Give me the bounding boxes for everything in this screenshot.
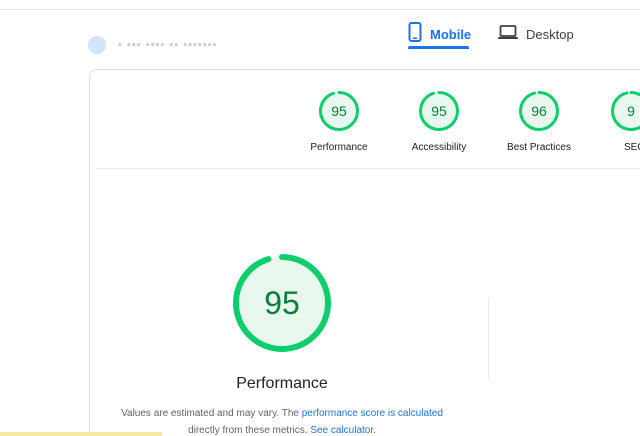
desc-text: directly from these metrics. [188,425,311,436]
site-favicon-icon [88,36,106,54]
gauge-score: 96 [531,103,547,119]
gauge-score: 95 [331,103,347,119]
page-url: ▪ ▪▪▪ ▪▪▪▪ ▪▪ ▪▪▪▪▪▪▪ [118,39,218,51]
gauge-performance[interactable]: 95 Performance [289,90,389,153]
gauge-label: SEO [624,142,640,153]
tab-desktop-label: Desktop [526,26,574,42]
see-calculator-link[interactable]: See calculator [310,425,373,436]
laptop-icon [498,24,518,45]
desc-text: . [373,425,376,436]
desc-text: Values are estimated and may vary. The [121,408,302,419]
tab-desktop[interactable]: Desktop [498,18,574,50]
tab-mobile-label: Mobile [430,26,472,42]
gauge-label: Best Practices [507,142,571,153]
top-rule [0,9,640,10]
gauge-accessibility[interactable]: 95 Accessibility [389,90,489,153]
tab-selected-indicator [408,46,469,49]
gauge-seo[interactable]: 9 SEO [610,90,640,153]
column-divider [488,298,489,380]
performance-score-link[interactable]: performance score is calculated [302,408,443,419]
gauge-best-practices[interactable]: 96 Best Practices [489,90,589,153]
page-url-row: ▪ ▪▪▪ ▪▪▪▪ ▪▪ ▪▪▪▪▪▪▪ [88,36,218,54]
gauge-score: 95 [431,103,447,119]
gauge-label: Accessibility [411,142,467,153]
bottom-highlight-bar [0,432,162,436]
gauge-label: Performance [310,142,368,153]
performance-score: 95 [264,285,300,321]
gauge-score: 9 [627,103,635,119]
smartphone-icon [408,21,422,47]
performance-title: Performance [236,375,328,392]
performance-gauge: 95 [232,253,332,353]
section-divider [96,168,640,169]
